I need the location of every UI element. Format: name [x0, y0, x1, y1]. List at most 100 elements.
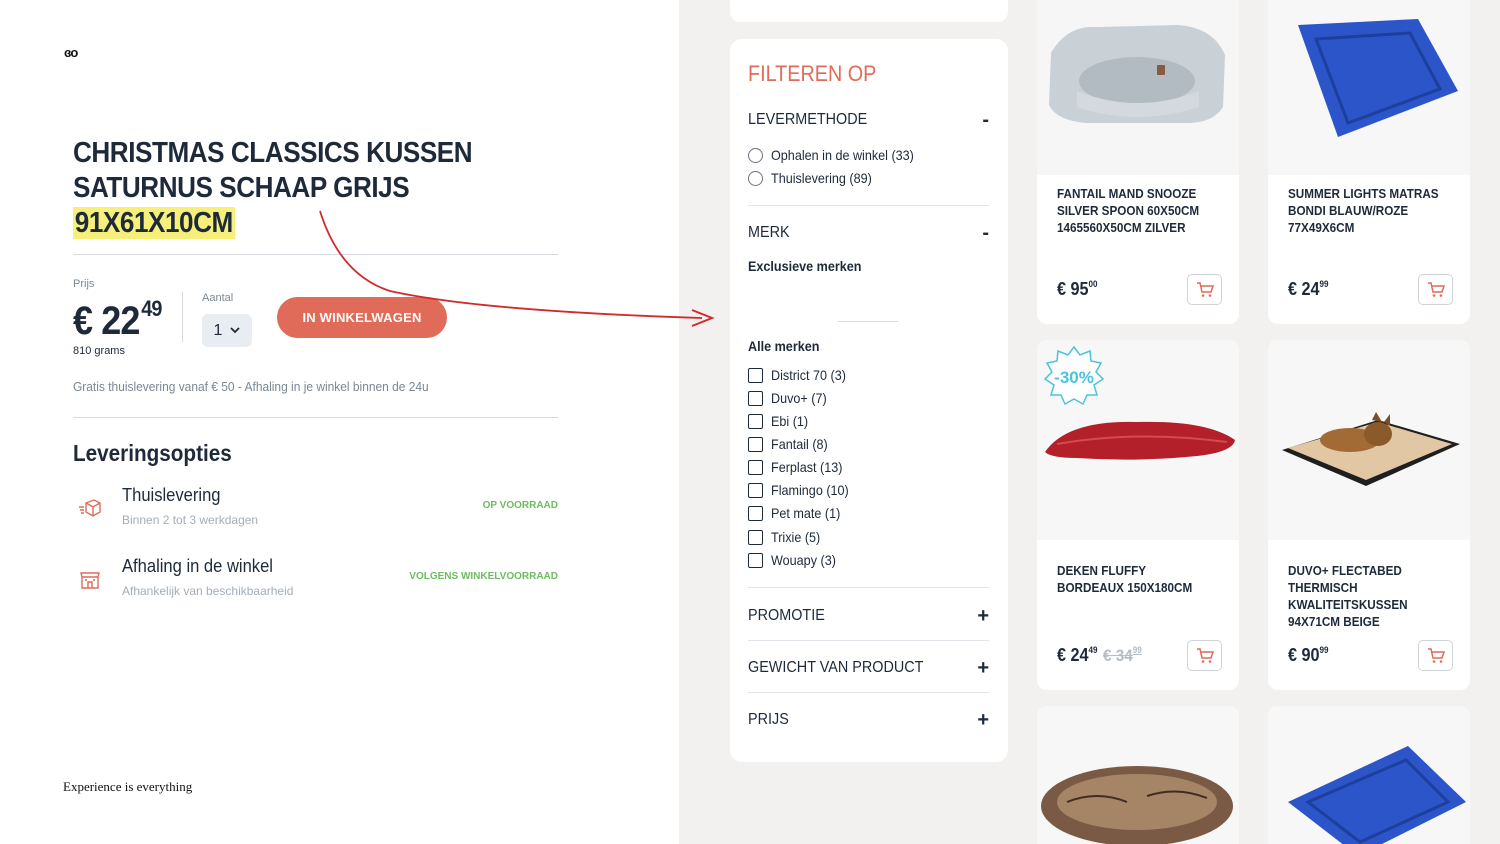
delivery-option-name: Thuislevering: [122, 485, 221, 505]
checkbox[interactable]: [748, 529, 763, 545]
old-price: € 3499: [1103, 645, 1142, 665]
checkbox[interactable]: [748, 367, 763, 383]
radio-option[interactable]: Thuislevering (89): [748, 170, 883, 186]
product-card[interactable]: -30% DEKEN FLUFFY BORDEAUX 150X180CM € 2…: [1037, 340, 1239, 690]
tagline: Experience is everything: [63, 779, 193, 794]
add-to-cart-button[interactable]: [1187, 640, 1222, 671]
divider: [73, 254, 558, 255]
cart-icon: [1196, 647, 1214, 663]
quantity-value: 1: [213, 321, 223, 339]
brand-checkbox[interactable]: Fantail (8): [748, 436, 834, 452]
price-cents: 99: [1319, 279, 1329, 289]
product-card[interactable]: DUVO+ FLECTABED THERMISCH KWALITEITSKUSS…: [1268, 340, 1470, 690]
price-cents: 49: [1088, 645, 1098, 655]
product-price: € 2449 € 3499: [1057, 645, 1142, 666]
product-image-mat[interactable]: [1268, 0, 1470, 175]
cart-icon: [1196, 281, 1214, 297]
section-divider: [748, 640, 989, 641]
radio-button[interactable]: [748, 147, 763, 163]
brand-checkbox[interactable]: Ebi (1): [748, 413, 812, 429]
collapse-toggle[interactable]: -: [982, 109, 989, 132]
product-name[interactable]: SUMMER LIGHTS MATRAS BONDI BLAUW/ROZE 77…: [1288, 185, 1446, 236]
filter-section-promotie[interactable]: PROMOTIE +: [748, 605, 989, 628]
checkbox-label: Ferplast (13): [771, 459, 843, 475]
filter-panel: FILTEREN OP LEVERMETHODE - Ophalen in de…: [730, 39, 1008, 762]
checkbox[interactable]: [748, 482, 763, 498]
add-to-cart-button[interactable]: [1187, 274, 1222, 305]
radio-button[interactable]: [748, 170, 763, 186]
brand-checkbox[interactable]: Flamingo (10): [748, 482, 857, 498]
section-divider: [748, 205, 989, 206]
section-divider: [748, 587, 989, 588]
store-icon: [80, 572, 100, 589]
price-cents: 00: [1088, 279, 1098, 289]
product-card[interactable]: [1268, 706, 1470, 844]
stock-status: VOLGENS WINKELVOORRAAD: [409, 571, 558, 582]
brand-logo[interactable]: ɞo: [64, 45, 78, 60]
filter-section-gewicht[interactable]: GEWICHT VAN PRODUCT +: [748, 657, 989, 680]
delivery-option-sub: Binnen 2 tot 3 werkdagen: [122, 513, 259, 527]
section-label: LEVERMETHODE: [748, 111, 868, 128]
quantity-label: Aantal: [202, 292, 234, 304]
brand-checkbox[interactable]: Duvo+ (7): [748, 390, 833, 406]
checkbox-label: Fantail (8): [771, 436, 828, 452]
badge-text: -30%: [1054, 368, 1094, 387]
stock-status: OP VOORRAAD: [482, 500, 558, 511]
divider: [838, 321, 898, 322]
filter-section-prijs[interactable]: PRIJS +: [748, 709, 989, 732]
checkbox[interactable]: [748, 436, 763, 452]
quantity-select[interactable]: 1: [202, 314, 252, 347]
checkbox-label: Wouapy (3): [771, 552, 836, 568]
product-price: € 2499: [1288, 279, 1329, 300]
price-main: € 22: [73, 299, 140, 343]
checkbox-label: Flamingo (10): [771, 482, 849, 498]
price-label: Prijs: [73, 278, 95, 290]
product-card[interactable]: [1037, 706, 1239, 844]
product-price: € 2249: [73, 296, 162, 344]
product-title-text: CHRISTMAS CLASSICS KUSSEN SATURNUS SCHAA…: [73, 137, 473, 204]
product-card[interactable]: SUMMER LIGHTS MATRAS BONDI BLAUW/ROZE 77…: [1268, 0, 1470, 324]
checkbox[interactable]: [748, 413, 763, 429]
all-brands-label: Alle merken: [748, 338, 820, 354]
brand-checkbox[interactable]: District 70 (3): [748, 367, 854, 383]
chevron-down-icon: [230, 327, 241, 334]
product-name[interactable]: DEKEN FLUFFY BORDEAUX 150X180CM: [1057, 562, 1215, 596]
price-cents: 99: [1319, 645, 1329, 655]
product-name[interactable]: DUVO+ FLECTABED THERMISCH KWALITEITSKUSS…: [1288, 562, 1446, 630]
vertical-divider: [182, 292, 183, 342]
add-to-cart-button[interactable]: [1418, 640, 1453, 671]
brand-checkbox[interactable]: Pet mate (1): [748, 505, 848, 521]
discount-badge: -30%: [1043, 345, 1105, 406]
expand-toggle[interactable]: +: [977, 605, 989, 628]
radio-option[interactable]: Ophalen in de winkel (33): [748, 147, 930, 163]
product-image-thermal-bed[interactable]: [1268, 340, 1470, 540]
brand-checkbox[interactable]: Trixie (5): [748, 529, 826, 545]
product-price: € 9099: [1288, 645, 1329, 666]
checkbox-label: Trixie (5): [771, 529, 821, 545]
checkbox[interactable]: [748, 459, 763, 475]
expand-toggle[interactable]: +: [977, 709, 989, 732]
price-main: € 24: [1288, 279, 1320, 299]
checkbox[interactable]: [748, 390, 763, 406]
brand-checkbox[interactable]: Wouapy (3): [748, 552, 843, 568]
filter-section-merk[interactable]: MERK -: [748, 222, 989, 245]
add-to-cart-button[interactable]: [1418, 274, 1453, 305]
shipping-note: Gratis thuislevering vanaf € 50 - Afhali…: [73, 379, 429, 394]
delivery-options-title: Leveringsopties: [73, 440, 232, 466]
collapse-toggle[interactable]: -: [982, 222, 989, 245]
filter-section-levermethode[interactable]: LEVERMETHODE -: [748, 109, 989, 132]
product-card[interactable]: FANTAIL MAND SNOOZE SILVER SPOON 60X50CM…: [1037, 0, 1239, 324]
checkbox[interactable]: [748, 505, 763, 521]
checkbox[interactable]: [748, 552, 763, 568]
delivery-option-store: Afhaling in de winkel Afhankelijk van be…: [73, 556, 558, 606]
product-image-mat[interactable]: [1268, 706, 1470, 844]
add-to-cart-button[interactable]: IN WINKELWAGEN: [277, 297, 447, 338]
product-image-cushion[interactable]: [1037, 706, 1239, 844]
brand-checkbox[interactable]: Ferplast (13): [748, 459, 850, 475]
product-detail-panel: ɞo CHRISTMAS CLASSICS KUSSEN SATURNUS SC…: [0, 0, 679, 844]
product-image-dog-bed[interactable]: [1037, 0, 1239, 175]
expand-toggle[interactable]: +: [977, 657, 989, 680]
section-divider: [748, 692, 989, 693]
box-delivery-icon: [79, 499, 101, 517]
product-name[interactable]: FANTAIL MAND SNOOZE SILVER SPOON 60X50CM…: [1057, 185, 1215, 236]
